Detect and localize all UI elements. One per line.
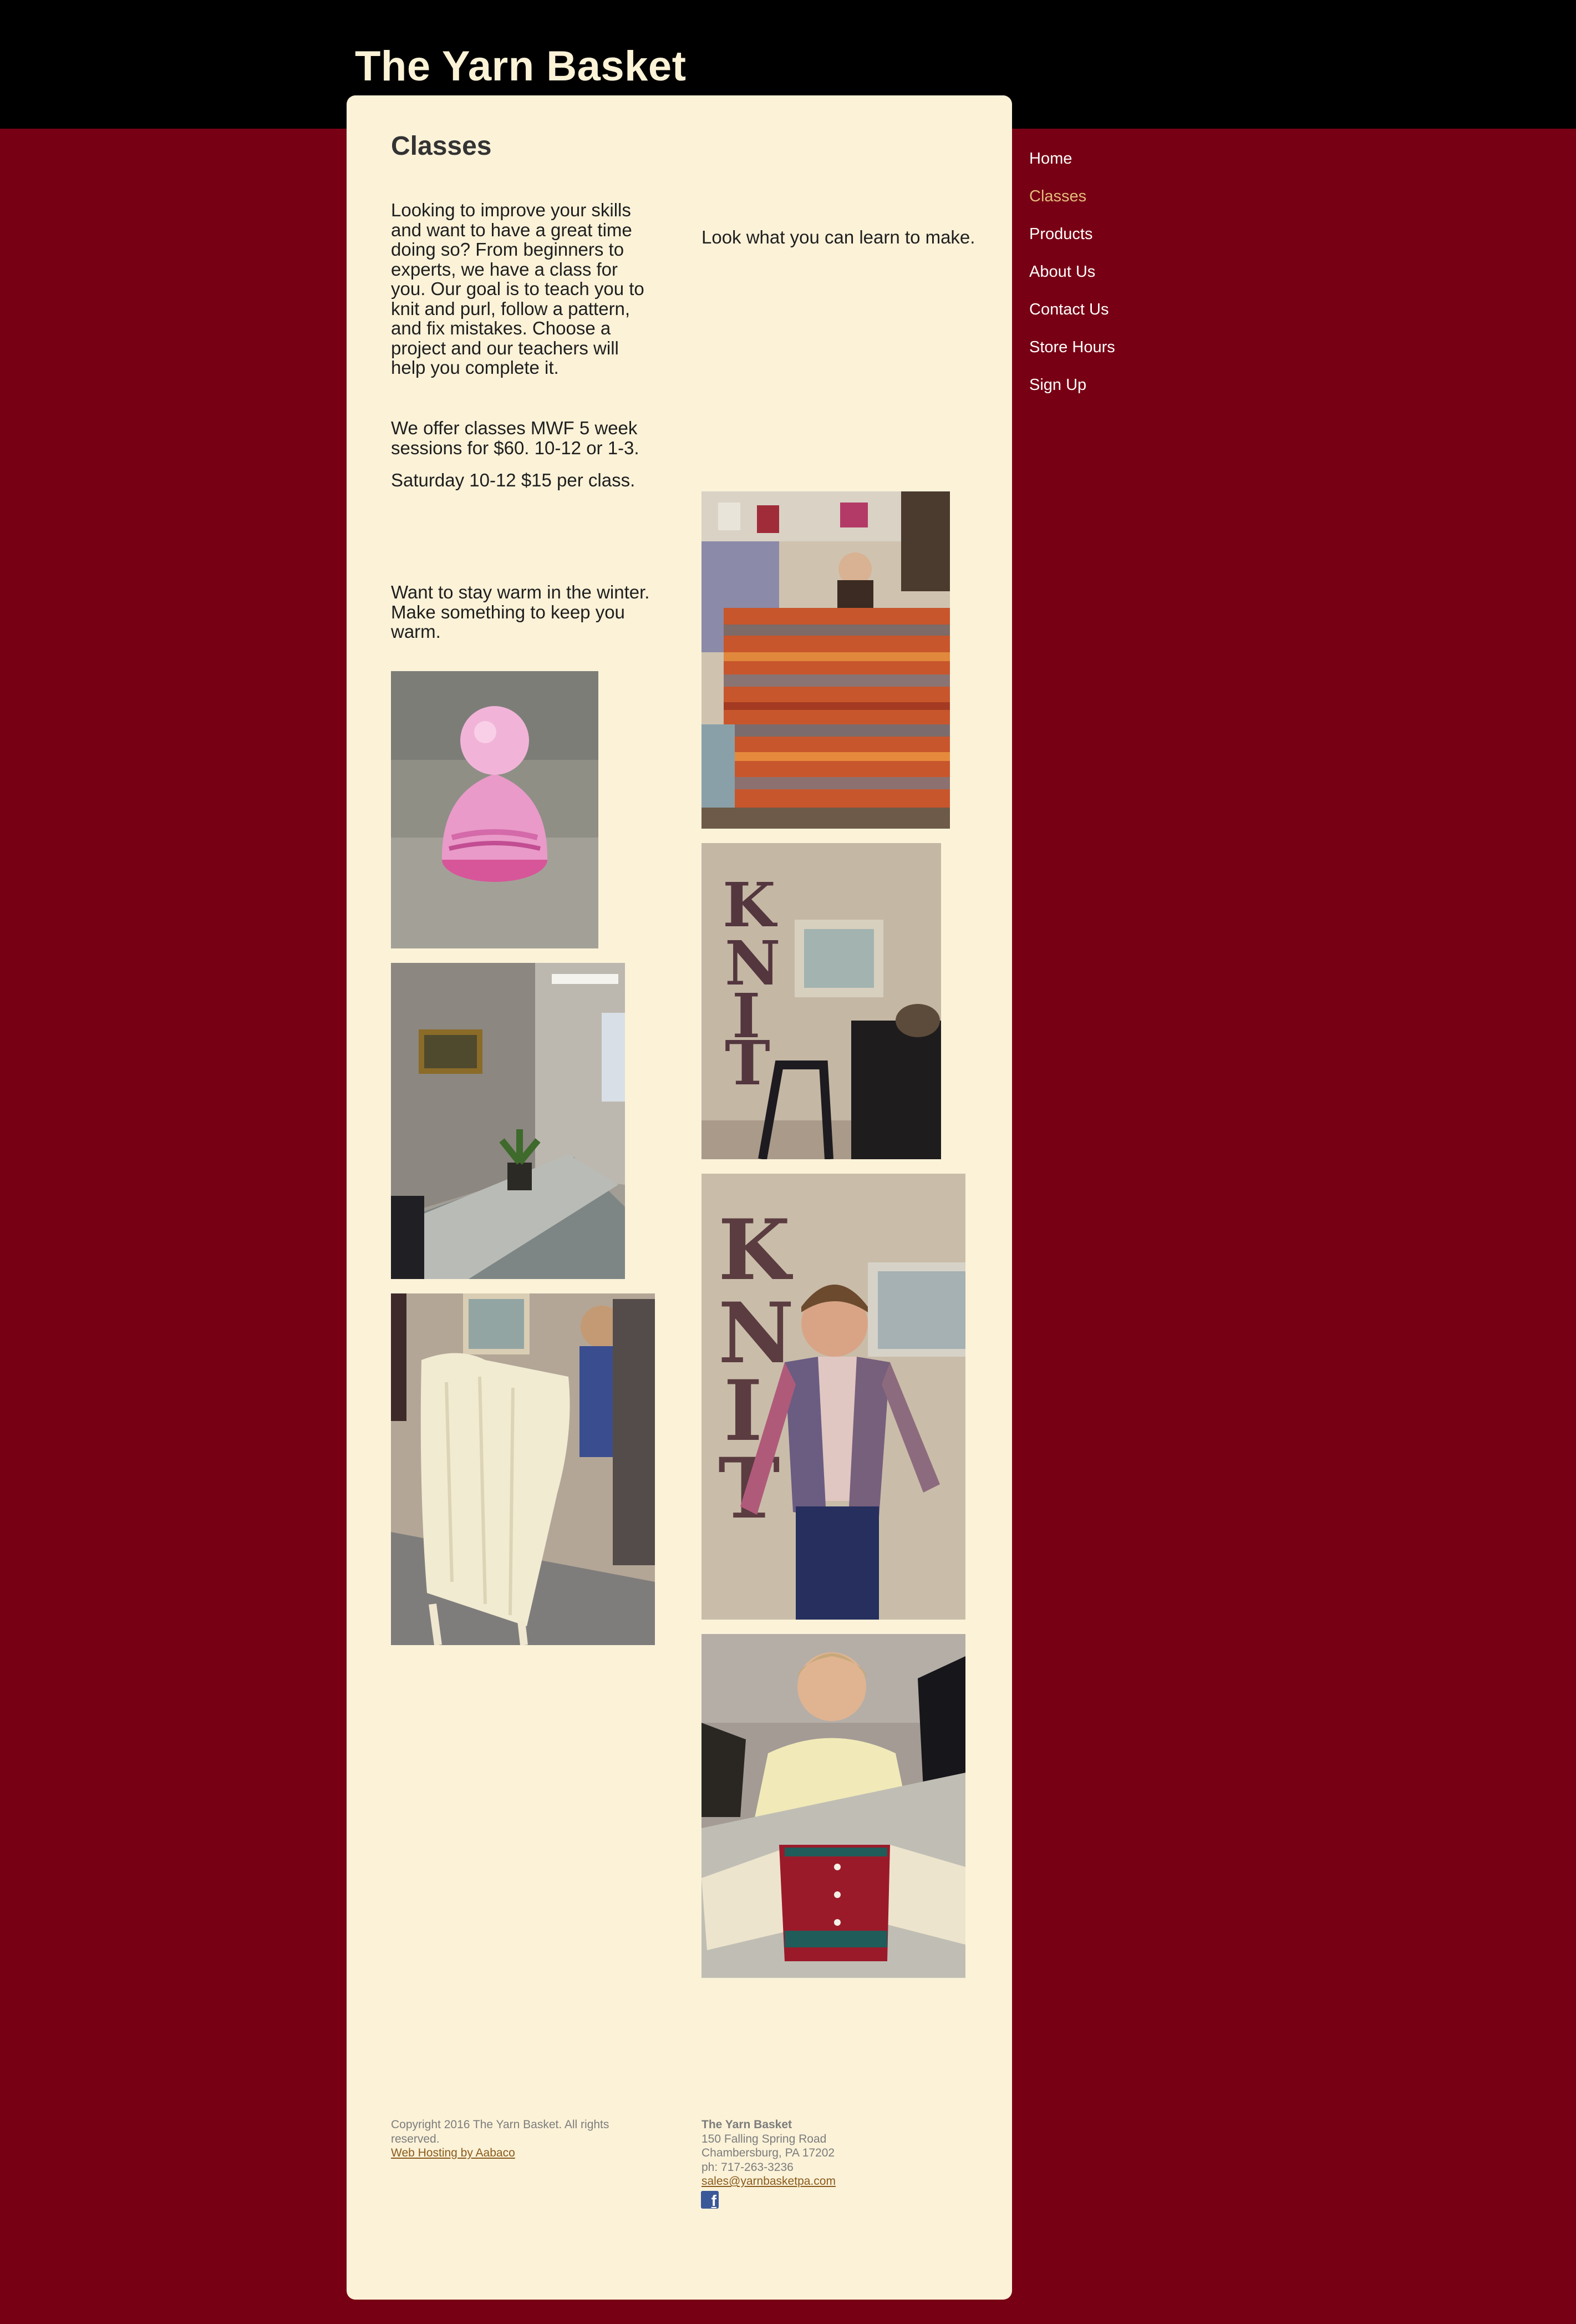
nav-item-contact-us[interactable]: Contact Us bbox=[1029, 296, 1115, 334]
nav-item-store-hours[interactable]: Store Hours bbox=[1029, 334, 1115, 372]
schedule-weekday-text: We offer classes MWF 5 week sessions for… bbox=[391, 418, 639, 458]
photo-knit-wall: K N I T bbox=[701, 843, 941, 1159]
nav-item-home[interactable]: Home bbox=[1029, 145, 1115, 183]
schedule-saturday-text: Saturday 10-12 $15 per class. bbox=[391, 470, 636, 490]
intro-text: Looking to improve your skills and want … bbox=[391, 200, 644, 378]
photo-striped-blanket bbox=[701, 491, 950, 829]
site-title[interactable]: The Yarn Basket bbox=[355, 42, 687, 90]
nav-item-products[interactable]: Products bbox=[1029, 221, 1115, 258]
nav-item-about-us[interactable]: About Us bbox=[1029, 258, 1115, 296]
footer-address-line1: 150 Falling Spring Road bbox=[701, 2132, 827, 2145]
svg-text:T: T bbox=[725, 1027, 770, 1099]
footer-contact: The Yarn Basket 150 Falling Spring Road … bbox=[701, 2118, 962, 2189]
photo-classroom bbox=[391, 963, 625, 1279]
hosting-link[interactable]: Web Hosting by Aabaco bbox=[391, 2147, 515, 2159]
look-text: Look what you can learn to make. bbox=[701, 227, 975, 247]
photo-cream-afghan bbox=[391, 1293, 655, 1645]
footer-address-line2: Chambersburg, PA 17202 bbox=[701, 2147, 835, 2159]
footer-email-link[interactable]: sales@yarnbasketpa.com bbox=[701, 2175, 836, 2188]
footer-left: Copyright 2016 The Yarn Basket. All righ… bbox=[391, 2118, 652, 2160]
main-nav: Home Classes Products About Us Contact U… bbox=[1029, 145, 1115, 409]
photo-red-sweater bbox=[701, 1634, 965, 1978]
nav-item-sign-up[interactable]: Sign Up bbox=[1029, 372, 1115, 409]
footer-phone: ph: 717-263-3236 bbox=[701, 2160, 794, 2174]
page-title: Classes bbox=[391, 131, 492, 161]
photo-woman-cardigan: K N I T bbox=[701, 1174, 965, 1620]
photo-pink-knit-hat bbox=[391, 671, 598, 948]
footer-store-name: The Yarn Basket bbox=[701, 2118, 792, 2131]
copyright-text: Copyright 2016 The Yarn Basket. All righ… bbox=[391, 2118, 609, 2145]
winter-text: Want to stay warm in the winter. Make so… bbox=[391, 582, 650, 642]
nav-item-classes[interactable]: Classes bbox=[1029, 183, 1115, 221]
facebook-icon[interactable]: f bbox=[701, 2191, 719, 2209]
